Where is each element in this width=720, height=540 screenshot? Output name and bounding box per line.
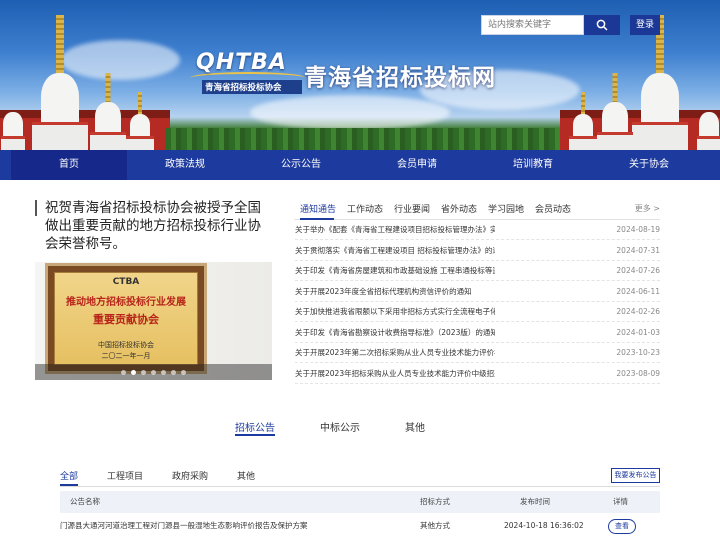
search-input[interactable]: 站内搜索关键字 bbox=[481, 15, 584, 35]
notice-date: 2023-08-09 bbox=[616, 368, 660, 378]
plaque-line: 中国招标投标协会 bbox=[98, 341, 154, 349]
banner-trees bbox=[165, 128, 560, 150]
main-nav: 首页 政策法规 公示公告 会员申请 培训教育 关于协会 bbox=[0, 150, 720, 180]
notice-title[interactable]: 关于开展2023年度全省招标代理机构资信评价的通知 bbox=[295, 282, 495, 302]
announcement-time: 2024-10-18 16:36:02 bbox=[504, 521, 584, 530]
notice-date: 2023-10-23 bbox=[616, 348, 660, 357]
notice-date: 2024-07-26 bbox=[616, 266, 660, 275]
tab-work-news[interactable]: 工作动态 bbox=[347, 202, 383, 215]
notice-date: 2024-02-26 bbox=[616, 307, 660, 316]
more-link[interactable]: 更多 > bbox=[635, 203, 660, 214]
notice-title[interactable]: 关于印发《青海省房屋建筑和市政基础设施 工程串通投标等违... bbox=[295, 261, 495, 281]
notice-title[interactable]: 关于开展2023年招标采购从业人员专业技术能力评价中级招采... bbox=[295, 364, 495, 384]
column-header-method: 招标方式 bbox=[420, 497, 450, 506]
carousel-dot[interactable] bbox=[121, 369, 126, 375]
plaque-line: 推动地方招标投标行业发展 bbox=[66, 297, 186, 308]
award-plaque-image: CTBA 推动地方招标投标行业发展 重要贡献协会 中国招标投标协会 二〇二一年一… bbox=[45, 263, 207, 374]
notice-item[interactable]: 关于举办《配套《青海省工程建设项目招标投标管理办法》实... 2024-08-19 bbox=[295, 220, 660, 240]
plaque-line: 二〇二一年一月 bbox=[101, 352, 151, 360]
nav-item-about[interactable]: 关于协会 bbox=[591, 150, 707, 180]
notice-item[interactable]: 关于加快推进我省限额以下采用非招标方式实行全流程电子化... 2024-02-26 bbox=[295, 302, 660, 322]
publish-announcement-button[interactable]: 我要发布公告 bbox=[611, 468, 660, 483]
carousel-dot[interactable] bbox=[171, 369, 176, 375]
nav-item-training[interactable]: 培训教育 bbox=[475, 150, 591, 180]
search-button[interactable] bbox=[584, 15, 620, 35]
column-header-details: 详情 bbox=[613, 497, 628, 506]
logo-subtitle: 青海省招标投标协会 bbox=[202, 80, 302, 94]
site-logo[interactable]: QHTBA 青海省招标投标协会 bbox=[190, 50, 306, 96]
notice-date: 2024-08-19 bbox=[616, 225, 660, 234]
carousel-dot[interactable] bbox=[161, 369, 166, 375]
column-header-time: 发布时间 bbox=[520, 497, 550, 506]
site-title: 青海省招标投标网 bbox=[304, 65, 496, 91]
notice-item[interactable]: 关于印发《青海省房屋建筑和市政基础设施 工程串通投标等违... 2024-07-2… bbox=[295, 261, 660, 281]
tab-external-news[interactable]: 省外动态 bbox=[441, 202, 477, 215]
announcement-name[interactable]: 门源县大通河河道治理工程对门源县一般湿地生态影响评价报告及保护方案 bbox=[60, 515, 308, 537]
nav-item-policies[interactable]: 政策法规 bbox=[127, 150, 243, 180]
nav-item-announcements[interactable]: 公示公告 bbox=[243, 150, 359, 180]
view-button[interactable]: 查看 bbox=[608, 519, 636, 534]
notice-tabs: 通知通告 工作动态 行业要闻 省外动态 学习园地 会员动态 更多 > bbox=[294, 200, 660, 220]
tab-member-news[interactable]: 会员动态 bbox=[535, 202, 571, 215]
table-row: 门源县大通河河道治理工程对门源县一般湿地生态影响评价报告及保护方案 其他方式 2… bbox=[60, 515, 660, 537]
search-icon bbox=[596, 19, 608, 31]
notice-date: 2024-01-03 bbox=[616, 327, 660, 337]
stupa-image bbox=[696, 90, 720, 150]
category-all[interactable]: 全部 bbox=[60, 469, 78, 482]
announcement-method: 其他方式 bbox=[420, 521, 450, 530]
category-other[interactable]: 其他 bbox=[237, 469, 255, 482]
stupa-image bbox=[595, 70, 635, 150]
plaque-logo: CTBA bbox=[112, 277, 140, 287]
tab-industry-news[interactable]: 行业要闻 bbox=[394, 202, 430, 215]
notice-date: 2024-07-31 bbox=[616, 245, 660, 255]
tab-learning[interactable]: 学习园地 bbox=[488, 202, 524, 215]
active-category-indicator bbox=[60, 484, 78, 486]
nav-item-home[interactable]: 首页 bbox=[11, 150, 127, 180]
active-main-tab-indicator bbox=[235, 434, 275, 436]
notice-item[interactable]: 关于开展2023年度全省招标代理机构资信评价的通知 2024-06-11 bbox=[295, 282, 660, 302]
plaque-line: 重要贡献协会 bbox=[93, 313, 159, 326]
tab-award-notices[interactable]: 中标公示 bbox=[320, 419, 360, 434]
notice-title[interactable]: 关于举办《配套《青海省工程建设项目招标投标管理办法》实... bbox=[295, 220, 495, 240]
feature-carousel[interactable]: CTBA 推动地方招标投标行业发展 重要贡献协会 中国招标投标协会 二〇二一年一… bbox=[35, 262, 272, 380]
notice-title[interactable]: 关于贯彻落实《青海省工程建设项目 招标投标管理办法》的通知 bbox=[295, 241, 495, 261]
stupa-image bbox=[30, 10, 90, 150]
carousel-dots bbox=[35, 364, 272, 380]
carousel-dot[interactable] bbox=[141, 369, 146, 375]
category-gov-procurement[interactable]: 政府采购 bbox=[172, 469, 208, 482]
tab-bid-announcements[interactable]: 招标公告 bbox=[235, 419, 275, 434]
notice-title[interactable]: 关于加快推进我省限额以下采用非招标方式实行全流程电子化... bbox=[295, 302, 495, 322]
stupa-image bbox=[0, 90, 26, 150]
logo-text: QHTBA bbox=[196, 50, 287, 75]
notice-item[interactable]: 关于开展2023年第二次招标采购从业人员专业技术能力评价初... 2023-10-… bbox=[295, 343, 660, 363]
banner-cloud bbox=[250, 95, 450, 130]
notice-date: 2024-06-11 bbox=[616, 286, 660, 296]
notice-title[interactable]: 关于印发《青海省勘察设计收费指导标准》（2023版）的通知 bbox=[295, 323, 495, 343]
category-engineering[interactable]: 工程项目 bbox=[107, 469, 143, 482]
category-filter: 全部 工程项目 政府采购 其他 bbox=[60, 462, 660, 487]
carousel-dot[interactable] bbox=[181, 369, 186, 375]
login-button[interactable]: 登录 bbox=[630, 15, 660, 35]
carousel-dot[interactable] bbox=[131, 369, 136, 375]
notice-title[interactable]: 关于开展2023年第二次招标采购从业人员专业技术能力评价初... bbox=[295, 343, 495, 363]
table-header: 公告名称 招标方式 发布时间 详情 bbox=[60, 491, 660, 513]
tab-other[interactable]: 其他 bbox=[405, 419, 425, 434]
stupa-image bbox=[88, 70, 128, 150]
carousel-dot[interactable] bbox=[151, 369, 156, 375]
notice-item[interactable]: 关于开展2023年招标采购从业人员专业技术能力评价中级招采... 2023-08-… bbox=[295, 364, 660, 384]
notice-item[interactable]: 关于贯彻落实《青海省工程建设项目 招标投标管理办法》的通知 2024-07-31 bbox=[295, 241, 660, 261]
feature-accent-bar bbox=[35, 200, 37, 216]
stupa-image bbox=[568, 90, 598, 150]
nav-item-membership[interactable]: 会员申请 bbox=[359, 150, 475, 180]
stupa-image bbox=[125, 90, 155, 150]
notice-item[interactable]: 关于印发《青海省勘察设计收费指导标准》（2023版）的通知 2024-01-03 bbox=[295, 323, 660, 343]
tab-notices[interactable]: 通知通告 bbox=[300, 202, 336, 215]
feature-title[interactable]: 祝贺青海省招标投标协会被授予全国做出重要贡献的地方招标投标行业协会荣誉称号。 bbox=[45, 199, 273, 253]
column-header-name: 公告名称 bbox=[70, 497, 100, 506]
